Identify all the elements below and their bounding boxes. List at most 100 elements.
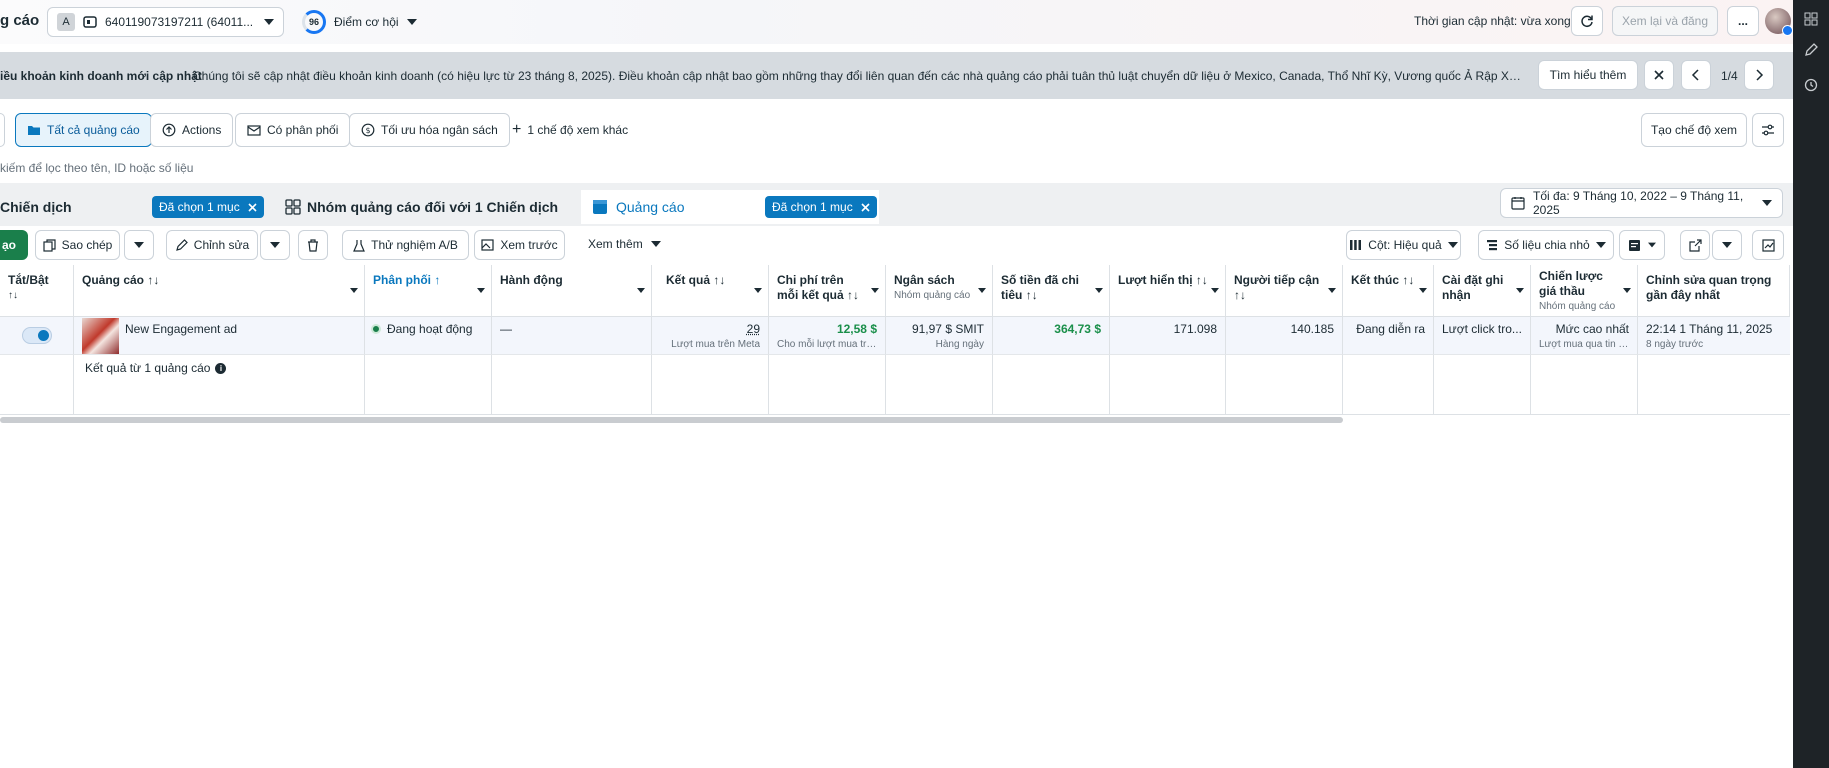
tab-ad-sets[interactable]: Nhóm quảng cáo đối với 1 Chiến dịch bbox=[275, 190, 573, 224]
opportunity-score-button[interactable]: 96 Điểm cơ hội bbox=[302, 10, 417, 34]
chevron-down-icon[interactable] bbox=[754, 288, 762, 293]
previous-view-chip[interactable] bbox=[0, 113, 5, 147]
campaign-selection-badge[interactable]: Đã chọn 1 mục bbox=[152, 196, 264, 218]
view-actions[interactable]: Actions bbox=[150, 113, 234, 147]
ab-test-button[interactable]: Thử nghiệm A/B bbox=[342, 230, 469, 260]
chevron-down-icon[interactable] bbox=[350, 288, 358, 293]
create-view-button[interactable]: Tạo chế độ xem bbox=[1641, 113, 1747, 147]
close-icon[interactable] bbox=[861, 202, 870, 212]
reports-button[interactable] bbox=[1619, 230, 1665, 260]
summary-cell bbox=[1638, 355, 1790, 415]
view-delivering[interactable]: Có phân phối bbox=[235, 113, 351, 147]
pencil-icon[interactable] bbox=[1804, 43, 1818, 57]
summary-cell bbox=[492, 355, 652, 415]
delete-button[interactable] bbox=[298, 230, 328, 260]
ad-thumbnail[interactable] bbox=[82, 318, 119, 354]
column-header-ends[interactable]: Kết thúc ↑↓ bbox=[1343, 265, 1434, 317]
info-icon[interactable]: i bbox=[215, 362, 227, 374]
search-bar[interactable]: kiếm để lọc theo tên, ID hoặc số liệu bbox=[0, 153, 1784, 183]
summary-cell bbox=[1343, 355, 1434, 415]
chevron-down-icon[interactable] bbox=[1095, 288, 1103, 293]
chevron-down-icon[interactable] bbox=[1211, 288, 1219, 293]
more-options-button[interactable]: ... bbox=[1727, 6, 1759, 36]
last-edit-value: 22:14 1 Tháng 11, 2025 bbox=[1646, 322, 1773, 336]
next-notice-button[interactable] bbox=[1744, 60, 1774, 90]
view-actions-label: Actions bbox=[182, 123, 222, 137]
view-all-ads[interactable]: Tất cả quảng cáo bbox=[15, 113, 152, 147]
column-header-impressions[interactable]: Lượt hiển thị ↑↓ bbox=[1110, 265, 1226, 317]
more-views-button[interactable]: + 1 chế độ xem khác bbox=[512, 122, 628, 138]
column-header-budget[interactable]: Ngân sách Nhóm quảng cáo bbox=[886, 265, 993, 317]
horizontal-scrollbar[interactable] bbox=[0, 417, 1343, 423]
refresh-button[interactable] bbox=[1571, 6, 1603, 36]
breakdown-button[interactable]: Số liệu chia nhỏ bbox=[1478, 230, 1614, 260]
search-input[interactable]: kiếm để lọc theo tên, ID hoặc số liệu bbox=[0, 161, 193, 175]
refresh-icon bbox=[1580, 14, 1594, 28]
svg-text:$: $ bbox=[365, 126, 370, 135]
view-settings-button[interactable] bbox=[1752, 113, 1784, 147]
export-menu-button[interactable] bbox=[1712, 230, 1742, 260]
chevron-down-icon[interactable] bbox=[1419, 288, 1427, 293]
profile-avatar[interactable] bbox=[1765, 8, 1793, 36]
actions-value: — bbox=[500, 322, 512, 336]
summary-cell bbox=[0, 355, 74, 415]
edit-menu-button[interactable] bbox=[260, 230, 290, 260]
chevron-down-icon[interactable] bbox=[1328, 288, 1336, 293]
column-header-bid-strategy[interactable]: Chiến lược giá thầu Nhóm quảng cáo bbox=[1531, 265, 1638, 317]
column-header-toggle[interactable]: Tắt/Bật ↑↓ bbox=[0, 265, 74, 317]
chevron-down-icon[interactable] bbox=[871, 288, 879, 293]
ad-selection-badge[interactable]: Đã chọn 1 mục bbox=[765, 196, 877, 218]
ad-name-link[interactable]: New Engagement ad bbox=[125, 322, 237, 337]
review-publish-button[interactable]: Xem lại và đăng bbox=[1612, 6, 1718, 36]
column-header-reach[interactable]: Người tiếp cận ↑↓ bbox=[1226, 265, 1343, 317]
chevron-down-icon bbox=[270, 242, 280, 248]
learn-more-button[interactable]: Tìm hiểu thêm bbox=[1538, 60, 1638, 90]
preview-button[interactable]: Xem trước bbox=[474, 230, 565, 260]
close-icon[interactable] bbox=[248, 202, 257, 212]
duplicate-menu-button[interactable] bbox=[124, 230, 154, 260]
column-header-results-label: Kết quả bbox=[666, 273, 711, 287]
columns-button[interactable]: Cột: Hiệu quả bbox=[1346, 230, 1461, 260]
column-header-last-edit[interactable]: Chỉnh sửa quan trọng gần đây nhất bbox=[1638, 265, 1790, 317]
chevron-down-icon bbox=[406, 19, 417, 25]
create-button[interactable]: ạo bbox=[0, 230, 28, 260]
history-icon[interactable] bbox=[1804, 78, 1818, 92]
view-budget-optimization[interactable]: $ Tối ưu hóa ngân sách bbox=[349, 113, 510, 147]
charts-button[interactable] bbox=[1752, 230, 1784, 260]
column-header-attribution[interactable]: Cài đặt ghi nhận bbox=[1434, 265, 1531, 317]
column-header-ad[interactable]: Quảng cáo ↑↓ bbox=[74, 265, 365, 317]
chevron-down-icon[interactable] bbox=[1623, 288, 1631, 293]
grid-icon[interactable] bbox=[1804, 12, 1818, 26]
view-budget-optimization-label: Tối ưu hóa ngân sách bbox=[381, 123, 498, 137]
column-header-amount-spent[interactable]: Số tiền đã chi tiêu ↑↓ bbox=[993, 265, 1110, 317]
export-button[interactable] bbox=[1680, 230, 1710, 260]
sort-icon: ↑↓ bbox=[147, 273, 160, 287]
column-header-actions[interactable]: Hành động bbox=[492, 265, 652, 317]
column-header-results[interactable]: Kết quả ↑↓ bbox=[652, 265, 769, 317]
date-range-picker[interactable]: Tối đa: 9 Tháng 10, 2022 – 9 Tháng 11, 2… bbox=[1500, 188, 1783, 218]
ad-toggle-switch[interactable] bbox=[22, 327, 52, 344]
edit-button[interactable]: Chỉnh sửa bbox=[166, 230, 258, 260]
budget-type: Hàng ngày bbox=[935, 339, 984, 350]
status-dot-icon bbox=[371, 324, 381, 334]
see-more-button[interactable]: Xem thêm bbox=[588, 237, 661, 251]
account-id: 640119073197211 (64011... bbox=[105, 15, 254, 29]
breakdown-icon bbox=[1486, 239, 1498, 251]
cost-per-result-value: 12,58 $ bbox=[836, 322, 877, 336]
view-all-ads-label: Tất cả quảng cáo bbox=[47, 123, 140, 137]
previous-notice-button[interactable] bbox=[1681, 60, 1711, 90]
tab-ads[interactable]: Quảng cáo Đã chọn 1 mục bbox=[581, 190, 879, 224]
duplicate-button[interactable]: Sao chép bbox=[35, 230, 120, 260]
notice-text: Chúng tôi sẽ cập nhật điều khoản kinh do… bbox=[193, 69, 1523, 83]
column-header-delivery[interactable]: Phân phối ↑ bbox=[365, 265, 492, 317]
results-value[interactable]: 29 bbox=[747, 322, 760, 336]
chevron-down-icon[interactable] bbox=[477, 288, 485, 293]
account-selector[interactable]: A 640119073197211 (64011... bbox=[47, 7, 284, 37]
chevron-down-icon[interactable] bbox=[978, 288, 986, 293]
close-notice-button[interactable] bbox=[1644, 60, 1674, 90]
chevron-down-icon[interactable] bbox=[1516, 288, 1524, 293]
chevron-down-icon[interactable] bbox=[637, 288, 645, 293]
tab-campaigns[interactable]: Chiến dịch Đã chọn 1 mục bbox=[0, 190, 266, 224]
ads-table: Tắt/Bật ↑↓ Quảng cáo ↑↓ Phân phối ↑ Hành … bbox=[0, 265, 1790, 415]
column-header-cost-per-result[interactable]: Chi phí trên mỗi kết quả ↑↓ bbox=[769, 265, 886, 317]
